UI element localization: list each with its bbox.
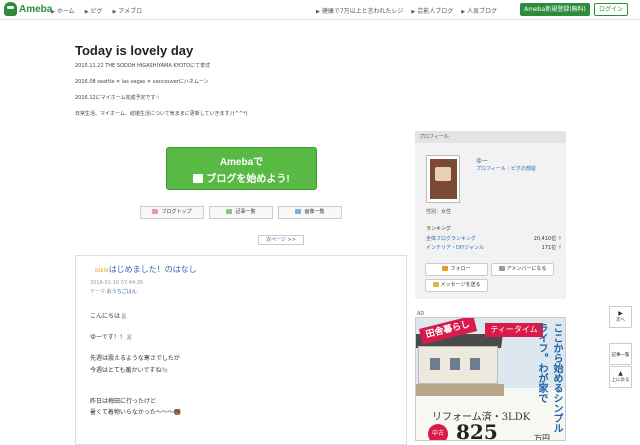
login-button[interactable]: ログイン bbox=[594, 3, 628, 16]
plus-icon bbox=[442, 266, 449, 271]
notebook-icon bbox=[193, 174, 204, 183]
triangle-icon: ▶ bbox=[51, 9, 55, 15]
ad-yen: 万円 bbox=[534, 434, 550, 441]
next-article-button[interactable]: ▶ 次へ bbox=[609, 306, 632, 328]
amember-button[interactable]: アメンバーになる bbox=[491, 263, 554, 276]
ad-vertical-text: ここから始めるシンプルライフ。わが家で bbox=[536, 323, 562, 433]
start-blog-banner[interactable]: Amebaで ブログを始めよう! bbox=[166, 147, 317, 190]
image-list-button[interactable]: 画像一覧 bbox=[278, 206, 342, 219]
article-list-button[interactable]: 記事一覧 bbox=[209, 206, 273, 219]
global-header: Ameba ▶ ホーム ▶ ピグ ▶ アメブロ ▶ 健康で7万以上と言われたレジ ▶ 芸能… bbox=[0, 0, 640, 20]
ad-window bbox=[430, 358, 440, 370]
banner-line2: ブログを始めよう! bbox=[167, 170, 316, 185]
ad-window bbox=[450, 358, 460, 370]
message-button[interactable]: メッセージを送る bbox=[425, 279, 488, 292]
nav-ameblo[interactable]: ▶ アメブロ bbox=[113, 6, 143, 15]
blog-title[interactable]: Today is lovely day bbox=[75, 43, 193, 58]
article-body-line: 先週は震えるような寒さでしたが bbox=[90, 355, 180, 362]
ranking-row[interactable]: 全体ブログランキング 20,410位 ↑ bbox=[426, 235, 562, 242]
arrow-right-icon: ▶ bbox=[618, 310, 623, 317]
profile-header: プロフィール bbox=[415, 131, 566, 143]
next-page-link[interactable]: 次ページ >> bbox=[258, 235, 304, 245]
blog-top-button[interactable]: ブログトップ bbox=[140, 206, 204, 219]
person-icon bbox=[498, 266, 505, 271]
nav-home[interactable]: ▶ ホーム bbox=[51, 6, 75, 15]
ad-window bbox=[470, 358, 480, 370]
article-body-line: ゆーです！！🐰 bbox=[90, 334, 134, 341]
ameba-logo-icon bbox=[4, 2, 17, 16]
arrow-up-icon: ↑ bbox=[557, 245, 562, 251]
blog-desc-line: 2016.08 seattle ✕ las vegas ✕ vancouverに… bbox=[75, 79, 209, 85]
arrow-up-icon: ▲ bbox=[618, 370, 623, 377]
triangle-icon: ▶ bbox=[84, 9, 89, 15]
triangle-icon: ▶ bbox=[411, 9, 416, 15]
banner-line1: Amebaで bbox=[219, 157, 264, 168]
back-to-top-button[interactable]: ▲ 上に戻る bbox=[609, 366, 632, 388]
article-body-line: 昨日は梅田に行ったけど bbox=[90, 398, 157, 405]
home-icon bbox=[152, 209, 159, 214]
ad-circle: 中古 bbox=[428, 424, 448, 440]
arrow-up-icon: ↑ bbox=[557, 236, 562, 242]
nav-celebrity-blogs[interactable]: ▶ 芸能人ブログ bbox=[411, 6, 453, 15]
register-button[interactable]: Ameba新規登録(無料) bbox=[520, 3, 590, 16]
nav-pigg[interactable]: ▶ ピグ bbox=[85, 6, 103, 15]
ranking-name: 全体ブログランキング bbox=[426, 236, 476, 242]
ranking-row[interactable]: インテリア・DIYジャンル 171位 ↑ bbox=[426, 244, 562, 251]
profile-gender: 性別：女性 bbox=[426, 209, 452, 215]
logo-text: Ameba bbox=[19, 3, 53, 15]
blog-desc-line: 2016.12にマイホーム完成予定です☆ bbox=[75, 95, 161, 101]
ranking-name: インテリア・DIYジャンル bbox=[426, 245, 485, 251]
article-tag: oisix bbox=[95, 267, 109, 274]
article-theme: テーマ:おうちごはん bbox=[90, 289, 137, 295]
triangle-icon: ▶ bbox=[316, 9, 320, 15]
triangle-icon: ▶ bbox=[112, 9, 117, 15]
article-body-line: 今週はとても暖かいですね🐚 bbox=[90, 367, 169, 374]
article-body-line: こんにちは🐰 bbox=[90, 313, 128, 320]
avatar-photo bbox=[430, 159, 457, 199]
envelope-icon bbox=[432, 282, 439, 287]
list-icon bbox=[226, 209, 233, 214]
article-body-line: 暑くて着物いらなかった〜〜〜🐻 bbox=[90, 409, 182, 416]
ad-ground bbox=[416, 384, 504, 396]
blog-desc-line: 日常生活、マイホーム、結婚生活について気ままに更新していきます♪(^^*) bbox=[75, 111, 248, 117]
article-title[interactable]: oisixはじめました！のはなし bbox=[95, 264, 197, 275]
nav-popular-blogs[interactable]: ▶ 人気ブログ bbox=[461, 6, 497, 15]
theme-link[interactable]: おうちごはん bbox=[107, 289, 137, 295]
profile-links[interactable]: プロフィール｜ピグの部屋 bbox=[476, 165, 536, 172]
advertisement[interactable]: 田舎暮らし ティータイム ここから始めるシンプルライフ。わが家で リフォーム済・… bbox=[415, 317, 566, 441]
article-date: 2016-01-16 07:44:26 bbox=[90, 280, 144, 286]
triangle-icon: ▶ bbox=[461, 9, 466, 15]
ad-price: 825 bbox=[456, 420, 498, 441]
right-nav: ▶ 健康で7万以上と言われたレジ ▶ 芸能人ブログ ▶ 人気ブログ bbox=[316, 6, 497, 15]
blog-desc-line: 2015.11.22 THE SODOH HIGASHIYAMA KYOTOにて… bbox=[75, 63, 211, 69]
follow-button[interactable]: フォロー bbox=[425, 263, 488, 276]
ranking-value: 171位 ↑ bbox=[541, 245, 562, 251]
profile-name[interactable]: ゆー bbox=[476, 156, 488, 165]
image-icon bbox=[295, 209, 302, 214]
global-nav: ▶ ホーム ▶ ピグ ▶ アメブロ bbox=[51, 6, 142, 15]
nav-promo[interactable]: ▶ 健康で7万以上と言われたレジ bbox=[316, 6, 403, 15]
profile-panel: プロフィール ゆー プロフィール｜ピグの部屋 性別：女性 ランキング 全体ブログ… bbox=[415, 131, 566, 299]
ranking-value: 20,410位 ↑ bbox=[533, 236, 562, 242]
ameba-logo[interactable]: Ameba bbox=[4, 2, 52, 16]
avatar[interactable] bbox=[426, 155, 460, 203]
ranking-title: ランキング bbox=[426, 226, 451, 232]
article-list-float-button[interactable]: 記事一覧 bbox=[609, 343, 632, 365]
